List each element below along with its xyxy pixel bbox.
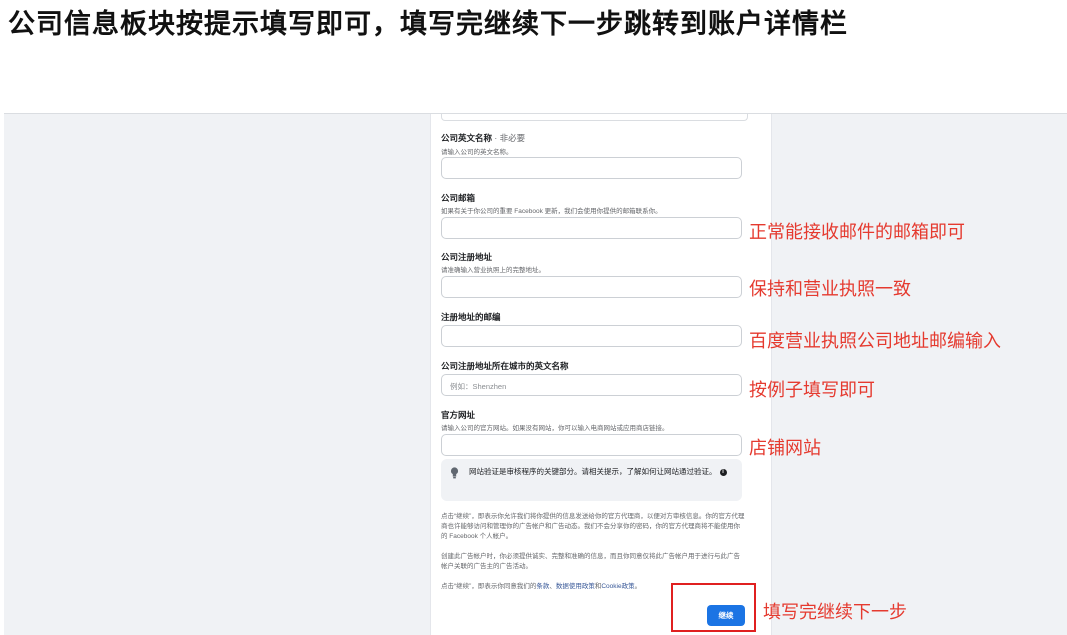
address-desc: 请准确输入营业执照上的完整地址。 (441, 267, 545, 274)
website-desc: 请输入公司的官方网站。如果没有网站，你可以输入电商网站或应用商店链接。 (441, 425, 669, 432)
website-annotation: 店铺网站 (749, 438, 821, 459)
cookie-policy-link[interactable]: Cookie政策 (601, 583, 634, 590)
postcode-input[interactable] (441, 325, 742, 347)
info-icon[interactable]: i (719, 468, 727, 476)
postcode-annotation: 百度营业执照公司地址邮编输入 (749, 331, 1001, 352)
city-en-label: 公司注册地址所在城市的英文名称 (441, 361, 569, 371)
english-name-label: 公司英文名称 · 非必要 (441, 133, 526, 143)
website-input[interactable] (441, 434, 742, 456)
continue-highlight-box (671, 583, 756, 632)
english-name-input[interactable] (441, 157, 742, 179)
legal-text-1: 点击“继续”，即表示你允许我们将你提供的信息发送给你的官方代理商，以便对方审核信… (441, 513, 745, 540)
continue-annotation: 填写完继续下一步 (763, 602, 907, 623)
previous-field-bottom (441, 114, 748, 121)
lightbulb-icon (450, 467, 459, 479)
address-annotation: 保持和营业执照一致 (749, 279, 911, 300)
website-verification-tip: 网站验证是审核程序的关键部分。请相关提示，了解如何让网站通过验证。 i (441, 459, 742, 501)
data-policy-link[interactable]: 数据使用政策 (556, 583, 595, 590)
english-name-desc: 请输入公司的英文名称。 (441, 149, 513, 156)
page-heading: 公司信息板块按提示填写即可，填写完继续下一步跳转到账户详情栏 (8, 9, 848, 40)
postcode-label: 注册地址的邮编 (441, 312, 501, 322)
address-input[interactable] (441, 276, 742, 298)
email-desc: 如果有关于你公司的重要 Facebook 更新，我们会使用你提供的邮箱联系你。 (441, 208, 662, 215)
email-input[interactable] (441, 217, 742, 239)
terms-link[interactable]: 条款 (536, 583, 549, 590)
city-annotation: 按例子填写即可 (749, 380, 875, 401)
email-label: 公司邮箱 (441, 193, 476, 203)
tip-text: 网站验证是审核程序的关键部分。请相关提示，了解如何让网站通过验证。 i (469, 466, 729, 478)
city-en-input[interactable]: 例如：Shenzhen (441, 374, 742, 396)
screenshot-area: 公司英文名称 · 非必要 请输入公司的英文名称。 公司邮箱 如果有关于你公司的重… (4, 113, 1067, 635)
address-label: 公司注册地址 (441, 252, 493, 262)
email-annotation: 正常能接收邮件的邮箱即可 (749, 222, 965, 243)
website-label: 官方网址 (441, 410, 476, 420)
legal-text-2: 创建此广告帐户时，你必须提供诚实、完整和准确的信息，而且你同意仅将此广告帐户用于… (441, 553, 740, 570)
company-info-form: 公司英文名称 · 非必要 请输入公司的英文名称。 公司邮箱 如果有关于你公司的重… (430, 114, 772, 635)
